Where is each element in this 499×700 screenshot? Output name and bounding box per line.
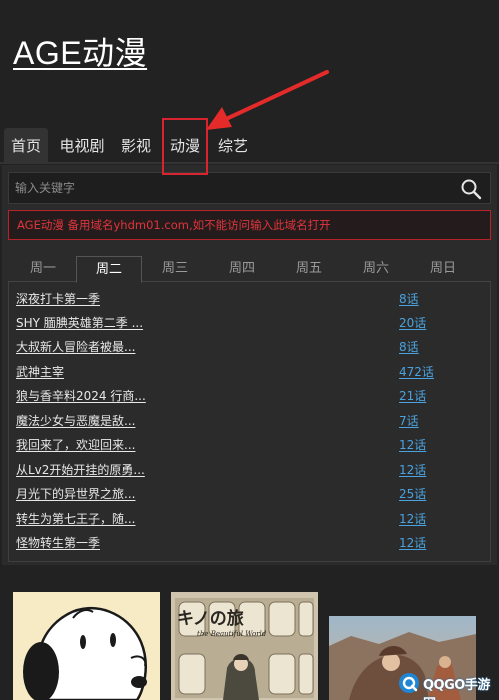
episode-link[interactable]: 21话: [399, 387, 426, 404]
search-bar: [8, 172, 491, 204]
episode-link[interactable]: 12话: [399, 534, 426, 551]
search-icon[interactable]: [460, 178, 482, 200]
anime-title-link[interactable]: 转生为第七王子，随...: [16, 510, 135, 527]
anime-title-link[interactable]: 武神主宰: [16, 363, 64, 380]
anime-title-link[interactable]: 大叔新人冒险者被最...: [16, 338, 135, 355]
cover-subtitle: the Beautiful World: [197, 630, 267, 638]
list-item: SHY 腼腆英雄第二季 ... 20话: [9, 311, 490, 335]
list-item: 转生为第七王子，随... 12话: [9, 507, 490, 531]
anime-title-link[interactable]: 怪物转生第一季: [16, 534, 100, 551]
episode-link[interactable]: 8话: [399, 290, 419, 307]
weekday-tabs: 周一 周二 周三 周四 周五 周六 周日: [8, 256, 491, 283]
anime-schedule-list: 深夜打卡第一季 8话 SHY 腼腆英雄第二季 ... 20话 大叔新人冒险者被最…: [8, 282, 491, 562]
episode-link[interactable]: 25话: [399, 485, 426, 502]
tab-tuesday[interactable]: 周二: [76, 256, 142, 283]
nav-item-variety[interactable]: 综艺: [212, 128, 254, 164]
list-item: 狼与香辛料2024 行商... 21话: [9, 384, 490, 408]
main-nav: 首页 电视剧 影视 动漫 综艺: [0, 128, 499, 164]
episode-link[interactable]: 12话: [399, 436, 426, 453]
anime-title-link[interactable]: 深夜打卡第一季: [16, 290, 100, 307]
anime-title-link[interactable]: 我回来了，欢迎回来...: [16, 436, 135, 453]
tab-wednesday[interactable]: 周三: [142, 256, 208, 282]
list-item: 我回来了，欢迎回来... 12话: [9, 433, 490, 457]
nav-item-home[interactable]: 首页: [4, 128, 48, 164]
anime-title-link[interactable]: 从Lv2开始开挂的原勇...: [16, 461, 145, 478]
anime-title-link[interactable]: 魔法少女与恶魔是敌...: [16, 412, 135, 429]
cover-title: キノの旅: [177, 609, 244, 629]
domain-notice: AGE动漫 备用域名yhdm01.com,如不能访问输入此域名打开: [8, 210, 491, 240]
tab-sunday[interactable]: 周日: [410, 256, 476, 282]
list-item: 深夜打卡第一季 8话: [9, 287, 490, 311]
watermark-logo-icon: [399, 673, 419, 693]
episode-link[interactable]: 12话: [399, 461, 426, 478]
list-item: 魔法少女与恶魔是敌... 7话: [9, 409, 490, 433]
nav-item-tv[interactable]: 电视剧: [56, 128, 108, 164]
anime-title-link[interactable]: SHY 腼腆英雄第二季 ...: [16, 314, 143, 331]
site-title[interactable]: AGE动漫: [13, 28, 147, 74]
nav-item-movies[interactable]: 影视: [116, 128, 156, 164]
watermark-text: QQGO手游网: [423, 678, 490, 700]
list-item: 大叔新人冒险者被最... 8话: [9, 335, 490, 359]
list-item: 怪物转生第一季 12话: [9, 531, 490, 555]
site-watermark: QQGO手游网: [397, 672, 493, 700]
list-item: 月光下的异世界之旅... 25话: [9, 482, 490, 506]
list-item: 从Lv2开始开挂的原勇... 12话: [9, 458, 490, 482]
episode-link[interactable]: 12话: [399, 510, 426, 527]
episode-link[interactable]: 8话: [399, 338, 419, 355]
highlight-annotation-box: [162, 118, 208, 175]
tab-saturday[interactable]: 周六: [343, 256, 409, 282]
episode-link[interactable]: 20话: [399, 314, 426, 331]
snoopy-cover-art: [13, 592, 160, 700]
anime-title-link[interactable]: 月光下的异世界之旅...: [16, 485, 135, 502]
tab-friday[interactable]: 周五: [276, 256, 342, 282]
tab-monday[interactable]: 周一: [10, 256, 76, 282]
tab-thursday[interactable]: 周四: [209, 256, 275, 282]
episode-link[interactable]: 7话: [399, 412, 419, 429]
episode-link[interactable]: 472话: [399, 363, 434, 380]
search-input[interactable]: [9, 173, 449, 203]
cover-thumbnail[interactable]: [13, 592, 160, 700]
cover-thumbnail[interactable]: キノの旅 the Beautiful World: [171, 592, 318, 700]
anime-title-link[interactable]: 狼与香辛料2024 行商...: [16, 387, 146, 404]
list-item: 武神主宰 472话: [9, 360, 490, 384]
